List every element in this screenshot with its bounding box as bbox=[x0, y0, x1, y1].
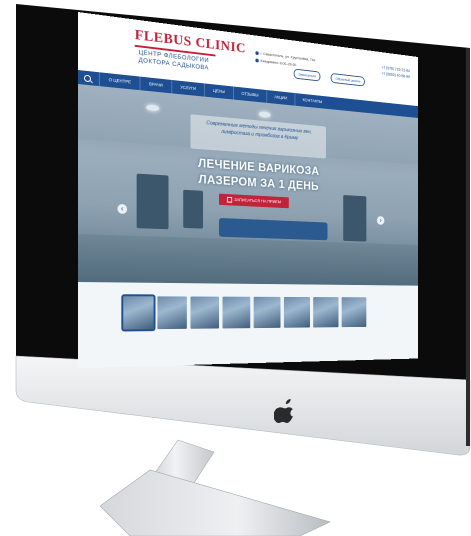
screen-area: FLEBUS CLINIC ЦЕНТР ФЛЕБОЛОГИИ ДОКТОРА С… bbox=[78, 12, 471, 368]
monitor-image bbox=[183, 189, 204, 229]
book-appointment-button[interactable]: ЗАПИСАТЬСЯ НА ПРИЕМ bbox=[219, 193, 289, 209]
thumbnail-4[interactable] bbox=[222, 296, 251, 329]
thumbnail-6[interactable] bbox=[283, 296, 310, 328]
medical-equipment-image bbox=[343, 195, 367, 242]
thumbnail-2[interactable] bbox=[157, 296, 187, 330]
hero-headline: ЛЕЧЕНИЕ ВАРИКОЗА ЛАЗЕРОМ ЗА 1 ДЕНЬ bbox=[190, 154, 325, 194]
hero-floor-image bbox=[78, 234, 419, 286]
thumbnail-1[interactable] bbox=[121, 294, 156, 332]
medical-equipment-image bbox=[136, 173, 169, 230]
book-appointment-label: ЗАПИСАТЬСЯ НА ПРИЕМ bbox=[234, 197, 281, 205]
thumbnail-3[interactable] bbox=[190, 296, 220, 329]
thumbnail-5[interactable] bbox=[253, 296, 281, 329]
search-icon[interactable] bbox=[84, 74, 91, 82]
thumbnail-8[interactable] bbox=[341, 297, 367, 328]
slider-prev-button[interactable]: ‹ bbox=[117, 203, 128, 215]
appointment-pill-button[interactable]: Записаться bbox=[293, 68, 321, 82]
slider-next-button[interactable]: › bbox=[376, 215, 385, 225]
hours-text: Ежедневно: 8.00–20.00 bbox=[260, 58, 297, 68]
apple-icon bbox=[274, 399, 293, 423]
operating-table-image bbox=[219, 217, 328, 241]
clock-icon bbox=[255, 58, 259, 63]
website-screenshot: FLEBUS CLINIC ЦЕНТР ФЛЕБОЛОГИИ ДОКТОРА С… bbox=[78, 12, 419, 368]
thumbnail-strip bbox=[78, 282, 419, 368]
thumbnail-7[interactable] bbox=[313, 297, 339, 328]
phones-block: +7 (978) 723-72-62 +7 (8692) 40-88-99 bbox=[381, 64, 410, 80]
imac-mockup: FLEBUS CLINIC ЦЕНТР ФЛЕБОЛОГИИ ДОКТОРА С… bbox=[0, 0, 471, 536]
callback-pill-button[interactable]: Обратный звонок bbox=[330, 72, 366, 87]
calendar-icon bbox=[227, 196, 233, 203]
hero-slider: Современные методы лечения варикозных ве… bbox=[78, 84, 419, 286]
location-pin-icon bbox=[255, 51, 259, 56]
